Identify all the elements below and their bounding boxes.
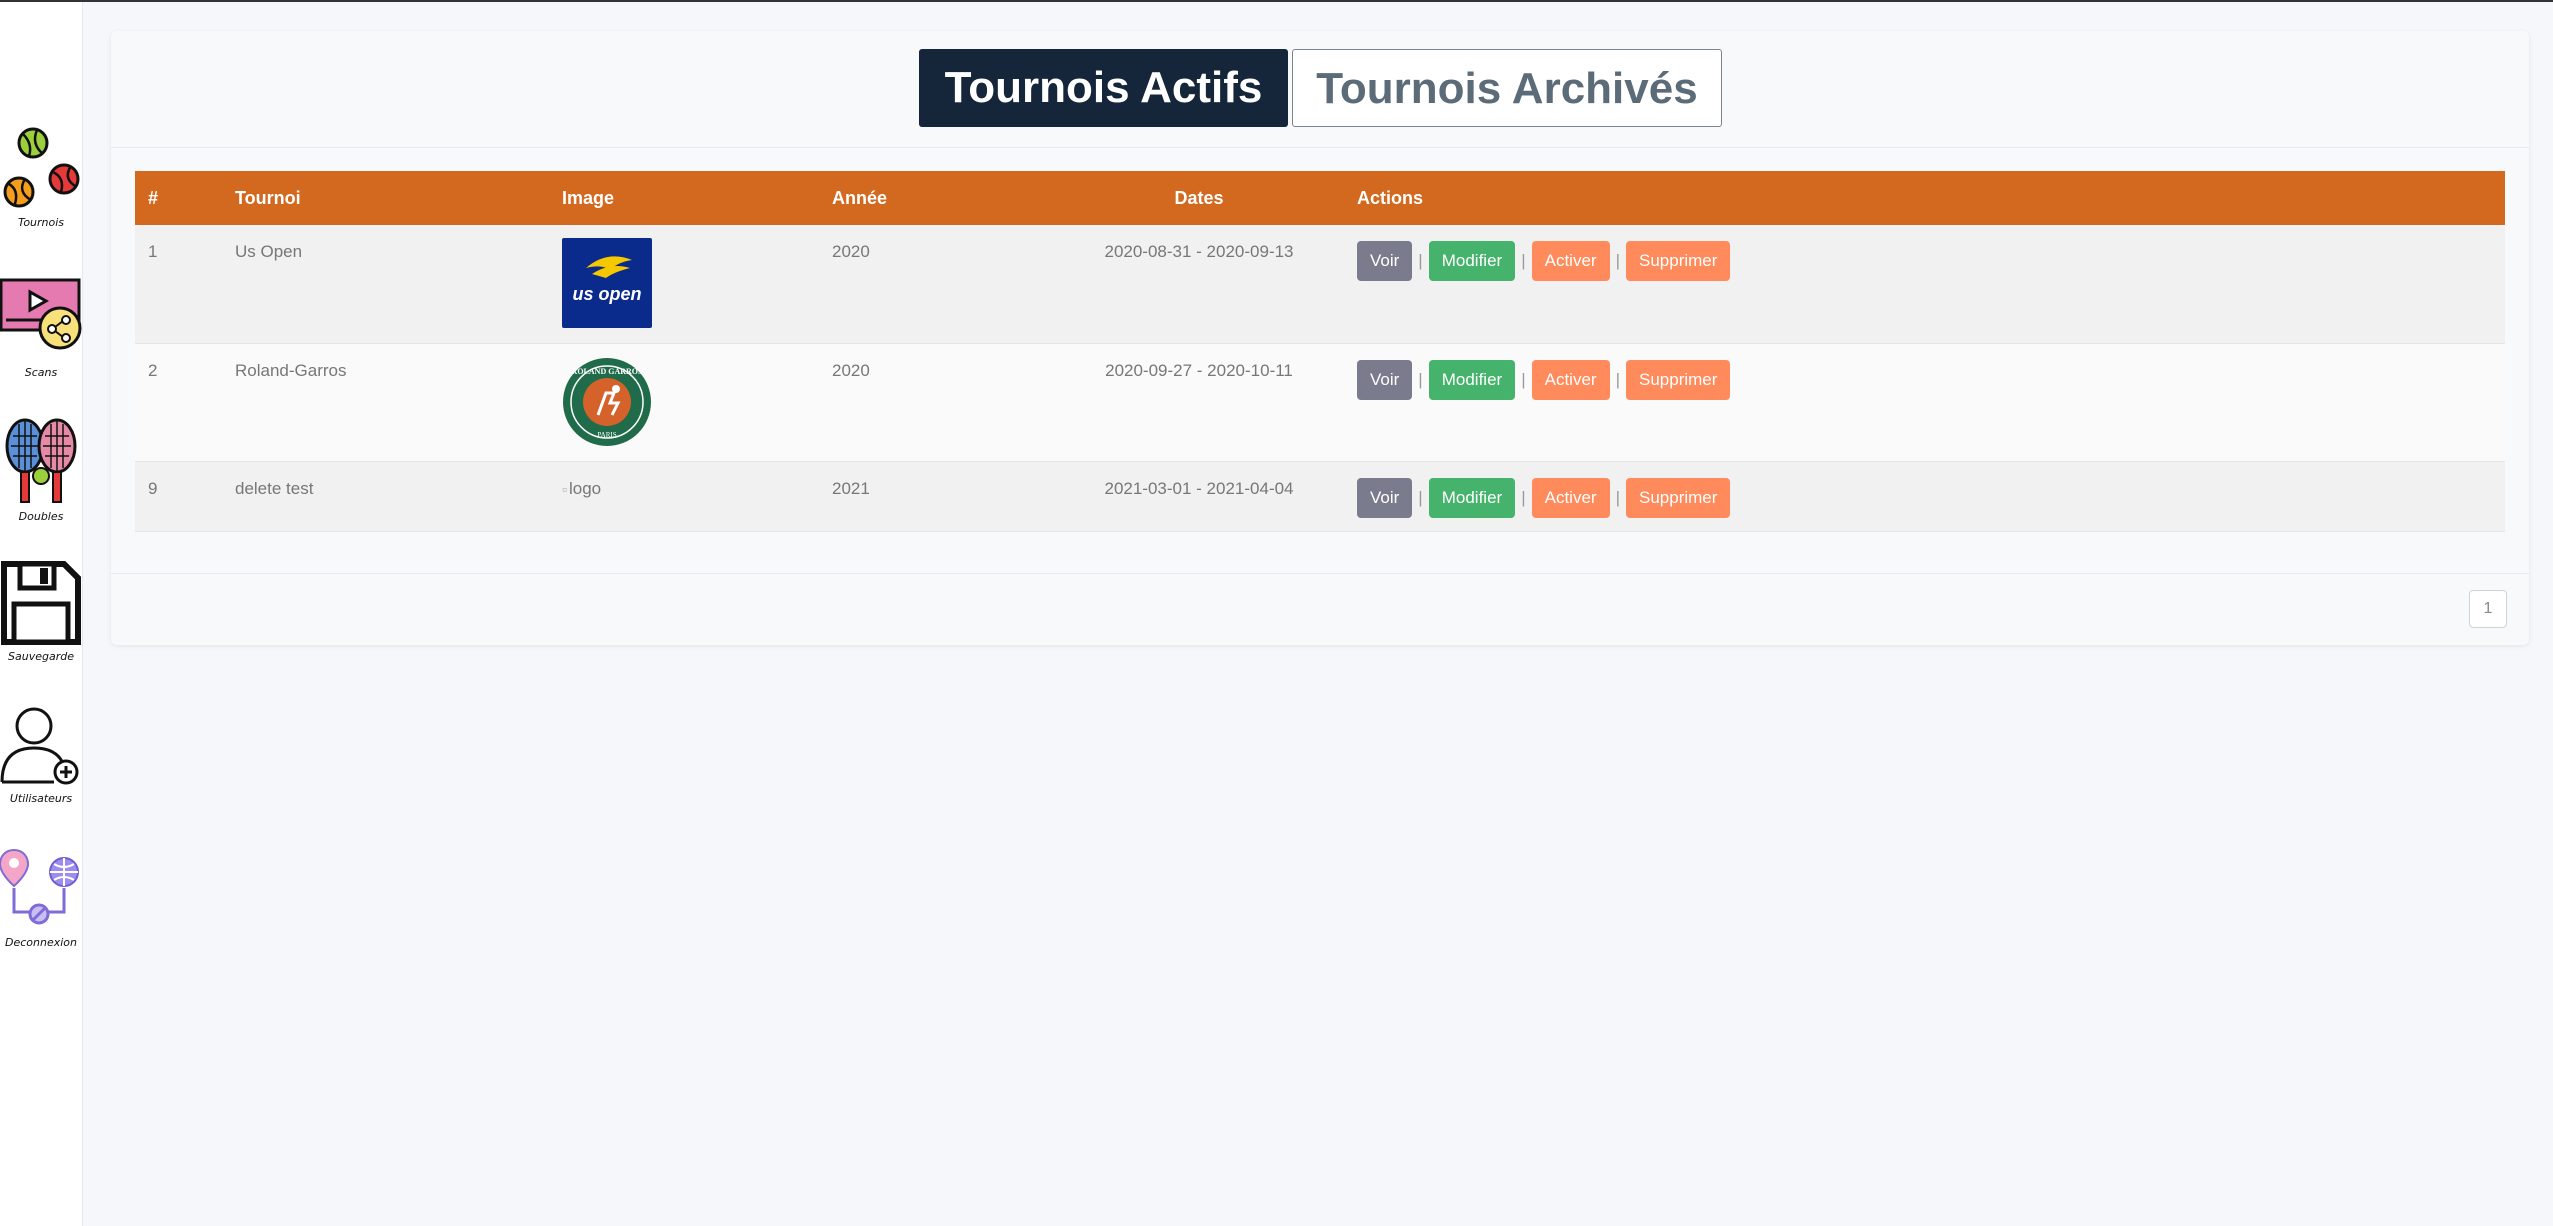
table-row: 2 Roland-Garros ROLAND GARROS PARIS 2020… — [135, 343, 2505, 461]
sidebar-item-deconnexion[interactable]: Deconnexion — [0, 848, 82, 949]
cell-actions: Voir | Modifier | Activer | Supprimer — [1344, 461, 2505, 531]
cell-tournoi: Us Open — [235, 242, 303, 261]
cell-actions: Voir | Modifier | Activer | Supprimer — [1344, 225, 2505, 343]
us-open-logo-text: us open — [572, 284, 641, 304]
cell-image: ROLAND GARROS PARIS — [549, 343, 819, 461]
col-header-num: # — [148, 187, 159, 208]
sidebar-label-utilisateurs: Utilisateurs — [9, 792, 73, 805]
separator: | — [1615, 251, 1620, 270]
cell-num: 1 — [148, 242, 158, 261]
video-share-icon — [0, 278, 82, 350]
col-header-actions: Actions — [1357, 187, 1424, 208]
cell-tournoi: Roland-Garros — [235, 360, 347, 380]
sidebar-label-sauvegarde: Sauvegarde — [8, 650, 74, 663]
supprimer-button[interactable]: Supprimer — [1626, 477, 1731, 518]
sidebar-item-sauvegarde[interactable]: Sauvegarde — [0, 560, 82, 663]
tab-active-tournaments[interactable]: Tournois Actifs — [919, 49, 1288, 127]
cell-image: us open — [549, 225, 819, 343]
separator: | — [1521, 369, 1526, 389]
voir-button[interactable]: Voir — [1357, 359, 1413, 400]
table-header-row: # Tournoi Image Année Dates Actions — [135, 171, 2505, 225]
broken-image-icon: logo — [562, 479, 601, 498]
col-header-annee: Année — [832, 187, 888, 208]
cell-annee: 2021 — [832, 478, 870, 498]
sidebar-item-scans[interactable]: Scans — [0, 278, 82, 379]
cell-dates: 2020-08-31 - 2020-09-13 — [1104, 242, 1294, 261]
sidebar-label-scans: Scans — [24, 366, 58, 379]
separator: | — [1418, 251, 1423, 270]
sidebar-item-tournois[interactable]: Tournois — [0, 126, 82, 229]
sidebar-label-deconnexion: Deconnexion — [5, 936, 77, 949]
voir-button[interactable]: Voir — [1357, 241, 1413, 281]
col-header-dates: Dates — [1174, 187, 1224, 208]
rg-logo-bottom-text: PARIS — [597, 431, 616, 439]
cell-annee: 2020 — [832, 360, 870, 380]
tournaments-table: # Tournoi Image Année Dates Actions 1 Us… — [135, 171, 2505, 532]
roland-garros-logo: ROLAND GARROS PARIS — [563, 357, 651, 446]
separator: | — [1521, 487, 1526, 507]
separator: | — [1521, 251, 1526, 270]
card-footer: 1 — [111, 573, 2529, 646]
cell-actions: Voir | Modifier | Activer | Supprimer — [1344, 343, 2505, 461]
modifier-button[interactable]: Modifier — [1428, 359, 1516, 400]
supprimer-button[interactable]: Supprimer — [1626, 241, 1731, 281]
card-header: Tournois Actifs Tournois Archivés — [111, 31, 2529, 148]
tournaments-card: Tournois Actifs Tournois Archivés # Tour… — [111, 31, 2529, 645]
activer-button[interactable]: Activer — [1531, 477, 1610, 518]
modifier-button[interactable]: Modifier — [1428, 241, 1516, 281]
cell-num: 2 — [148, 360, 158, 380]
sidebar-label-tournois: Tournois — [17, 216, 65, 229]
cell-annee: 2020 — [832, 242, 870, 261]
us-open-logo: us open — [562, 238, 652, 328]
activer-button[interactable]: Activer — [1531, 359, 1610, 400]
cell-tournoi: delete test — [235, 478, 314, 498]
tab-archived-tournaments[interactable]: Tournois Archivés — [1292, 49, 1722, 127]
table-row: 9 delete test logo 2021 2021-03-01 - 202… — [135, 461, 2505, 531]
separator: | — [1418, 487, 1423, 507]
add-user-icon — [0, 707, 79, 785]
supprimer-button[interactable]: Supprimer — [1626, 359, 1731, 400]
cell-image: logo — [549, 461, 819, 531]
activer-button[interactable]: Activer — [1531, 241, 1610, 281]
tennis-rackets-icon — [5, 418, 77, 503]
window-top-border — [0, 0, 2553, 2]
separator: | — [1418, 369, 1423, 389]
table-row: 1 Us Open us open 2020 2020-08-31 - 2020… — [135, 225, 2505, 343]
floppy-disk-icon — [1, 561, 81, 645]
rg-logo-top-text: ROLAND GARROS — [572, 367, 643, 376]
col-header-tournoi: Tournoi — [235, 187, 301, 208]
separator: | — [1615, 369, 1620, 389]
sidebar: Tournois Scans Doubles Sauvegarde Utilis… — [0, 2, 83, 1226]
modifier-button[interactable]: Modifier — [1428, 477, 1516, 518]
cell-dates: 2020-09-27 - 2020-10-11 — [1105, 360, 1293, 380]
cell-num: 9 — [148, 478, 158, 498]
location-network-icon — [0, 848, 79, 925]
sidebar-item-doubles[interactable]: Doubles — [0, 416, 82, 523]
cell-dates: 2021-03-01 - 2021-04-04 — [1104, 478, 1294, 498]
col-header-image: Image — [562, 187, 615, 208]
sidebar-label-doubles: Doubles — [18, 510, 64, 523]
pagination-page-1[interactable]: 1 — [2469, 590, 2507, 628]
separator: | — [1615, 487, 1620, 507]
voir-button[interactable]: Voir — [1357, 477, 1413, 518]
tennis-balls-icon — [3, 127, 80, 208]
sidebar-item-utilisateurs[interactable]: Utilisateurs — [0, 706, 82, 805]
